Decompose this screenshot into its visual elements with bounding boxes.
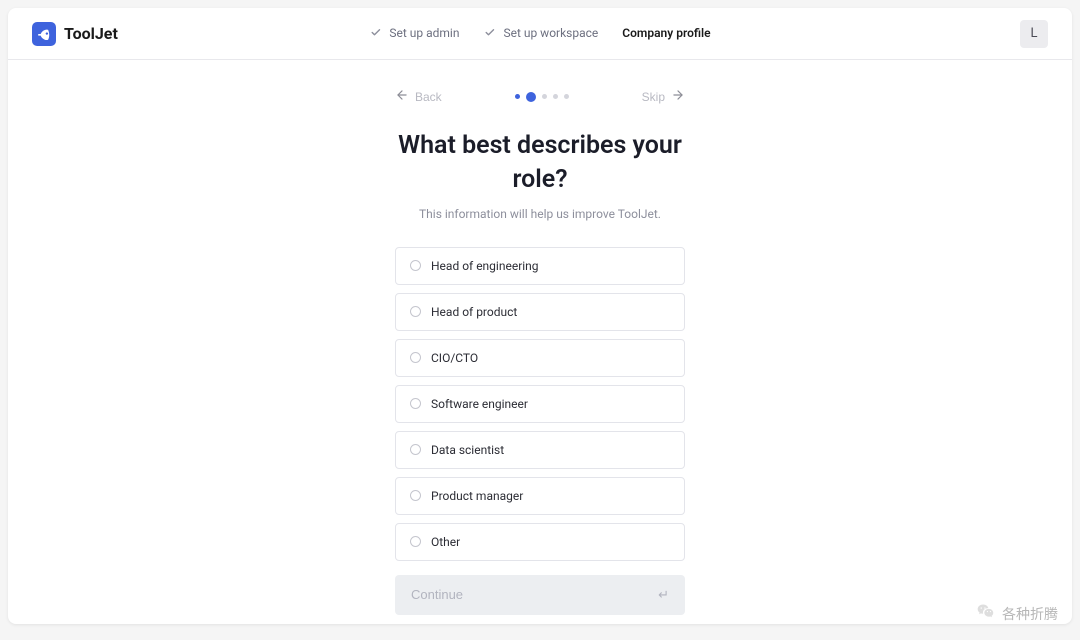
progress-dot: [553, 94, 558, 99]
progress-dot-current: [526, 92, 536, 102]
radio-icon: [410, 490, 421, 501]
continue-label: Continue: [411, 587, 463, 602]
option-software-engineer[interactable]: Software engineer: [395, 385, 685, 423]
progress-dot: [564, 94, 569, 99]
nav-row: Back Skip: [395, 88, 685, 105]
option-label: Head of product: [431, 305, 517, 319]
step-setup-admin[interactable]: Set up admin: [369, 26, 459, 42]
app-window: ToolJet Set up admin Set up workspace: [8, 8, 1072, 624]
option-other[interactable]: Other: [395, 523, 685, 561]
step-setup-workspace[interactable]: Set up workspace: [483, 26, 598, 42]
question-title: What best describes your role?: [395, 129, 685, 197]
role-options: Head of engineering Head of product CIO/…: [395, 247, 685, 561]
watermark: 各种折腾: [976, 602, 1058, 626]
logo[interactable]: ToolJet: [32, 22, 118, 46]
rocket-icon: [32, 22, 56, 46]
app-header: ToolJet Set up admin Set up workspace: [8, 8, 1072, 60]
back-button[interactable]: Back: [395, 88, 442, 105]
option-head-engineering[interactable]: Head of engineering: [395, 247, 685, 285]
check-icon: [483, 27, 495, 39]
option-label: CIO/CTO: [431, 351, 478, 365]
progress-dot: [515, 94, 520, 99]
step-company-profile[interactable]: Company profile: [622, 26, 710, 42]
option-product-manager[interactable]: Product manager: [395, 477, 685, 515]
arrow-right-icon: [671, 88, 685, 105]
option-head-product[interactable]: Head of product: [395, 293, 685, 331]
watermark-text: 各种折腾: [1002, 604, 1058, 624]
option-label: Software engineer: [431, 397, 528, 411]
wechat-icon: [976, 602, 996, 626]
logo-text: ToolJet: [64, 24, 118, 43]
step-label: Set up workspace: [503, 26, 598, 40]
option-data-scientist[interactable]: Data scientist: [395, 431, 685, 469]
arrow-left-icon: [395, 88, 409, 105]
option-label: Data scientist: [431, 443, 504, 457]
step-label: Company profile: [622, 26, 710, 40]
radio-icon: [410, 536, 421, 547]
radio-icon: [410, 260, 421, 271]
skip-label: Skip: [642, 90, 665, 104]
check-icon: [369, 27, 381, 39]
option-cio-cto[interactable]: CIO/CTO: [395, 339, 685, 377]
radio-icon: [410, 306, 421, 317]
onboarding-steps: Set up admin Set up workspace Company pr…: [369, 26, 710, 42]
back-label: Back: [415, 90, 442, 104]
skip-button[interactable]: Skip: [642, 88, 685, 105]
onboarding-content: Back Skip What best describes your role?…: [395, 60, 685, 615]
radio-icon: [410, 398, 421, 409]
progress-dot: [542, 94, 547, 99]
option-label: Head of engineering: [431, 259, 539, 273]
option-label: Other: [431, 535, 460, 549]
progress-dots: [515, 92, 569, 102]
option-label: Product manager: [431, 489, 523, 503]
radio-icon: [410, 444, 421, 455]
enter-key-icon: ↵: [658, 587, 669, 603]
avatar-initial: L: [1030, 26, 1037, 41]
avatar[interactable]: L: [1020, 20, 1048, 48]
question-subtitle: This information will help us improve To…: [395, 207, 685, 221]
continue-button[interactable]: Continue ↵: [395, 575, 685, 615]
step-label: Set up admin: [389, 26, 459, 40]
radio-icon: [410, 352, 421, 363]
